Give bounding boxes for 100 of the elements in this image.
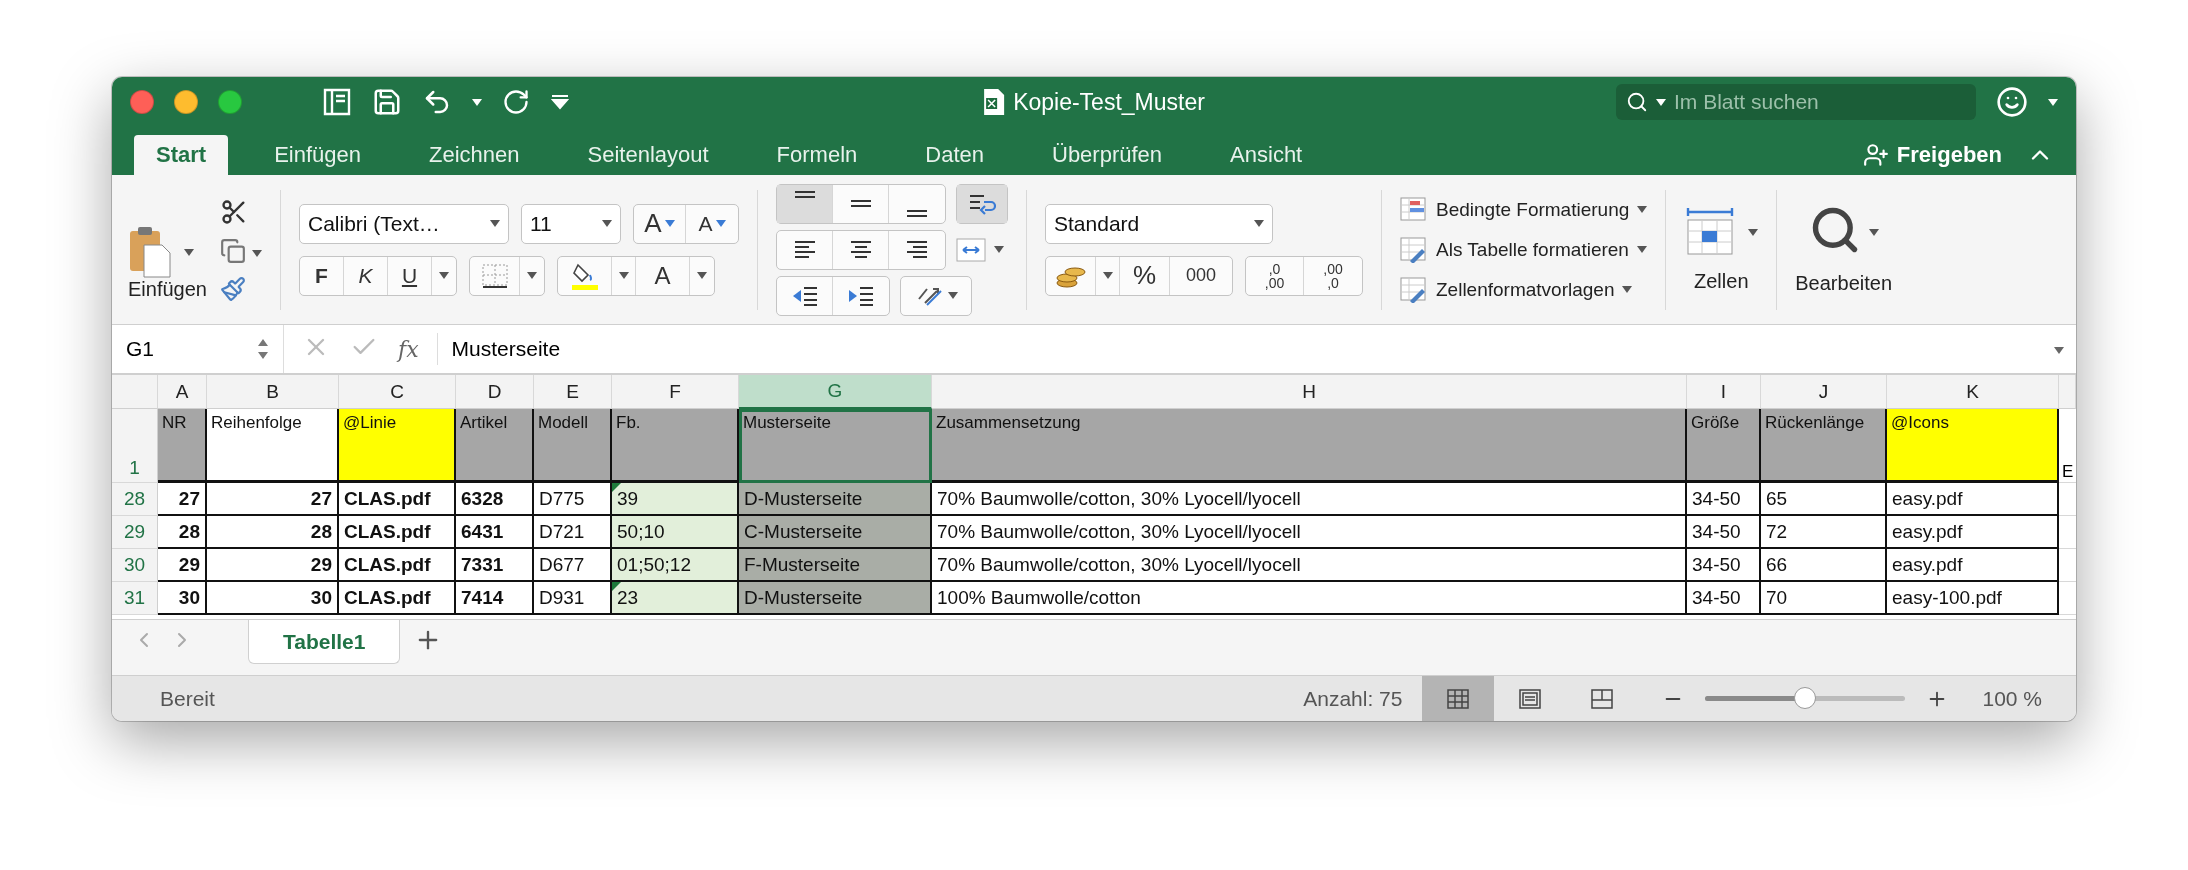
ribbon-tab[interactable]: Zeichnen [407,135,542,175]
redo-icon[interactable] [502,88,530,116]
search-icon [1626,91,1648,113]
table-cell: CLAS.pdf [339,516,456,549]
styles-menu-item[interactable]: Als Tabelle formatieren [1400,236,1648,263]
row-header[interactable]: 30 [112,549,158,582]
ribbon-tab[interactable]: Formeln [754,135,880,175]
caret-icon [715,220,726,227]
styles-menu-item[interactable]: Zellenformatvorlagen [1400,276,1648,303]
table-cell: 70% Baumwolle/cotton, 30% Lyocell/lyocell [932,483,1687,516]
increase-decimal-button[interactable]: ,0 ,00 [1246,256,1304,295]
customize-icon[interactable] [550,94,570,110]
sheet-tab[interactable]: Tabelle1 [248,620,401,664]
table-cell: D775 [534,483,612,516]
maximize-button[interactable] [218,90,242,114]
search-field[interactable]: Im Blatt suchen [1616,84,1976,120]
table-cell: 30 [207,582,339,615]
table-cell: 34-50 [1687,582,1761,615]
column-header[interactable]: K [1887,375,2059,409]
formula-field[interactable]: Musterseite [437,337,2042,361]
align-top-button[interactable] [777,184,833,223]
caret-icon [1636,246,1647,253]
font-size-field[interactable]: 11 [521,203,621,244]
minimize-button[interactable] [174,90,198,114]
name-box[interactable]: G1 [112,325,284,373]
paste-button[interactable]: Einfügen [128,278,207,301]
column-header[interactable]: H [932,375,1687,409]
merge-icon[interactable] [956,237,1004,262]
column-header[interactable]: A [158,375,207,409]
table-cell: easy.pdf [1887,516,2059,549]
table-cell: D-Musterseite [739,582,932,615]
caret-icon [602,220,612,227]
table-cell: E [2059,409,2076,483]
header-cell: Fb. [612,409,739,483]
table-cell: 72 [1761,516,1887,549]
table-cell: 39 [612,483,739,516]
clipboard-icon[interactable] [128,225,172,279]
table-cell: C-Musterseite [739,516,932,549]
underline-button[interactable]: U [388,256,432,295]
italic-button[interactable]: K [344,256,388,295]
percent-button[interactable]: % [1120,256,1170,295]
row-header[interactable]: 31 [112,582,158,615]
table-cell: 27 [158,483,207,516]
caret-icon [527,272,537,279]
table-cell: 7414 [456,582,534,615]
column-header[interactable]: G [739,375,932,409]
caret-icon [1637,206,1648,213]
table-cell: 50;10 [612,516,739,549]
ribbon-tab[interactable]: Start [134,135,229,175]
editing-button[interactable]: Bearbeiten [1795,272,1893,295]
grow-font-button[interactable]: A [634,204,686,243]
align-top-icon [794,190,815,198]
table-cell: 28 [207,516,339,549]
table-brush-icon [1400,276,1428,303]
ribbon-tab[interactable]: Daten [903,135,1006,175]
table-cell: CLAS.pdf [339,549,456,582]
styles-menu-item[interactable]: Bedingte Formatierung [1400,196,1648,223]
column-header[interactable]: E [534,375,612,409]
ribbon-tab[interactable]: Ansicht [1208,135,1325,175]
table-cell: 34-50 [1687,549,1761,582]
slider-thumb[interactable] [1794,687,1817,709]
table-cell: D677 [534,549,612,582]
align-bottom-icon [907,209,927,217]
row-header[interactable]: 1 [112,409,158,483]
table-cell: CLAS.pdf [339,582,456,615]
row-header[interactable]: 28 [112,483,158,516]
column-header[interactable]: F [612,375,739,409]
ribbon-tab[interactable]: Überprüfen [1030,135,1185,175]
font-name-field[interactable]: Calibri (Text… [299,203,509,244]
table-cell: 29 [158,549,207,582]
shrink-font-button[interactable]: A [686,204,738,243]
column-header[interactable]: C [339,375,456,409]
caret-icon [2048,98,2058,106]
cells-button[interactable]: Zellen [1694,270,1749,293]
window-title: Kopie-Test_Muster [1013,88,1205,116]
view-button[interactable] [1422,675,1495,721]
page-break-icon [1591,688,1614,709]
table-cell: 23 [612,582,739,615]
number-format-field[interactable]: Standard [1045,203,1273,244]
ribbon-tab[interactable]: Seitenlayout [565,135,731,175]
share-button[interactable]: Freigeben [1862,135,2002,175]
insert-function-button[interactable]: fx [398,336,419,362]
row-header[interactable]: 29 [112,516,158,549]
bold-button[interactable]: F [300,256,344,295]
smiley-icon[interactable] [1996,86,2028,118]
decrease-decimal-button[interactable]: ,00 ,0 [1304,256,1362,295]
column-header[interactable]: J [1761,375,1887,409]
thousands-button[interactable]: 000 [1170,256,1232,295]
caret-icon [618,272,629,279]
ribbon-tab[interactable]: Einfügen [252,135,383,175]
align-right-icon [907,241,927,258]
header-cell: Modell [534,409,612,483]
column-header[interactable]: D [456,375,534,409]
column-header[interactable]: I [1687,375,1761,409]
wrap-text-icon[interactable] [957,184,1007,223]
column-header[interactable]: B [207,375,339,409]
caret-icon [472,98,482,106]
sidebar-icon[interactable] [322,87,352,117]
save-icon[interactable] [372,87,402,117]
font-color-button[interactable]: A [636,256,690,295]
